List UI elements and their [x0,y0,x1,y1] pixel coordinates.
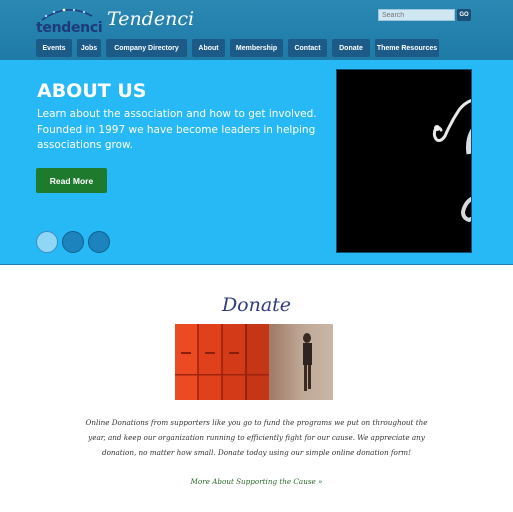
slider-dot-3[interactable] [88,231,110,253]
main-nav: Events Jobs Company Directory About Memb… [36,39,444,57]
donate-title: Donate [221,294,292,316]
read-more-button[interactable]: Read More [36,168,107,193]
slider-dots [36,231,114,253]
site-name[interactable]: Tendenci [107,8,194,30]
slider-dot-1[interactable] [36,231,58,253]
site-logo[interactable]: tendenci [36,4,103,36]
search-go-button[interactable]: GO [457,9,471,21]
nav-item-contact[interactable]: Contact [288,39,327,57]
nav-item-theme-resources[interactable]: Theme Resources [375,39,439,57]
nav-item-donate[interactable]: Donate [332,39,370,57]
logo-text: tendenci [36,20,103,36]
donate-image [175,324,333,400]
donate-text: Online Donations from supporters like yo… [85,418,428,457]
search-input[interactable] [378,9,455,21]
nav-item-events[interactable]: Events [36,39,72,57]
hero-title: ABOUT US [37,80,147,102]
slider-dot-2[interactable] [62,231,84,253]
donate-more-link[interactable]: More About Supporting the Cause » [0,477,513,486]
dancer-figure [432,99,471,223]
nav-item-company-directory[interactable]: Company Directory [106,39,187,57]
hero-image [336,69,472,253]
site-header: tendenci Tendenci GO Events Jobs Company… [0,0,513,60]
lockers-photo [175,324,333,400]
nav-item-membership[interactable]: Membership [230,39,283,57]
nav-item-jobs[interactable]: Jobs [77,39,101,57]
hero-text: Learn about the association and how to g… [37,108,317,151]
hero-slider: ABOUT US Learn about the association and… [0,60,513,265]
nav-item-about[interactable]: About [192,39,225,57]
